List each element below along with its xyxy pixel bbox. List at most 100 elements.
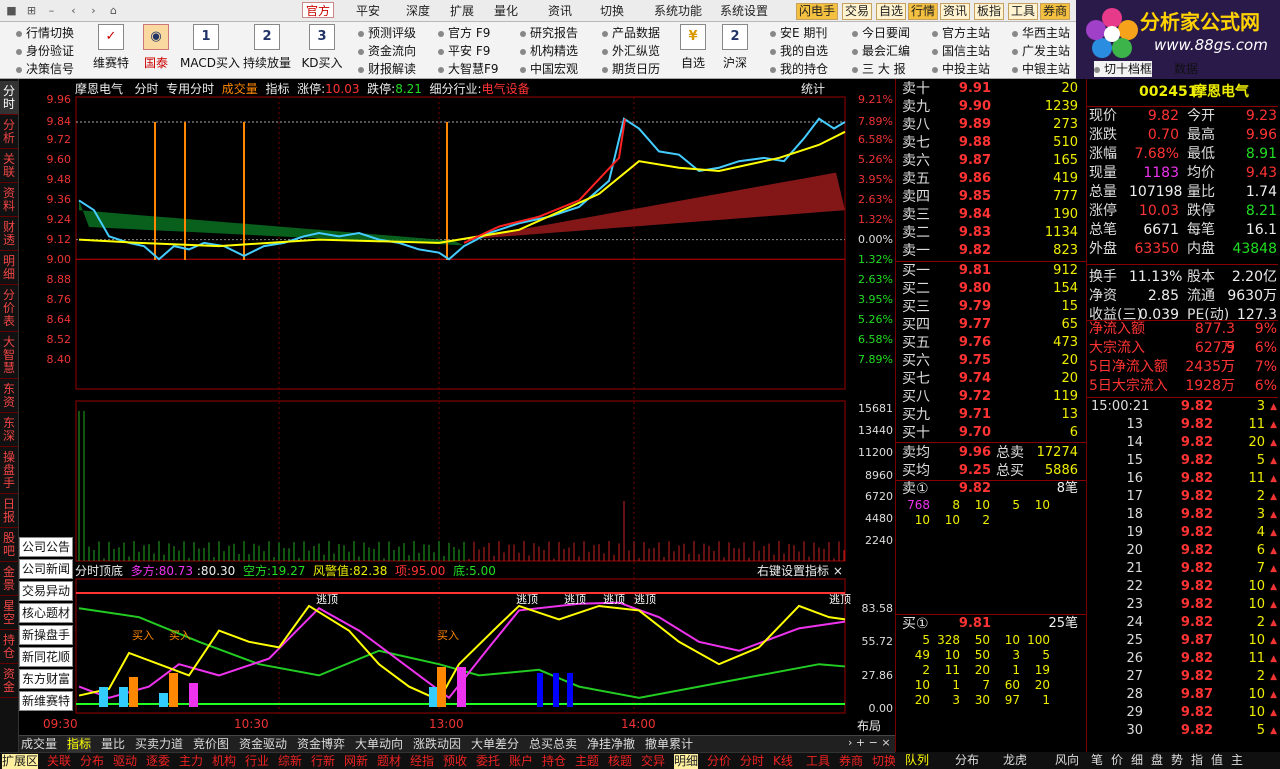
- quick-watchlist[interactable]: 自选: [876, 3, 907, 20]
- info-box-3[interactable]: 核心题材: [19, 603, 73, 623]
- leftnav-item-5[interactable]: 明细: [0, 251, 18, 285]
- leftnav-item-4[interactable]: 财透: [0, 217, 18, 251]
- status-item-22[interactable]: 分时: [740, 754, 764, 769]
- ask-row[interactable]: 卖七 9.88 510: [900, 134, 1084, 152]
- leftnav-item-11[interactable]: 日报: [0, 494, 18, 528]
- info-box-7[interactable]: 新维赛特: [19, 691, 73, 711]
- menu-extend[interactable]: 扩展: [450, 3, 474, 19]
- ask-row[interactable]: 卖二 9.83 1134: [900, 224, 1084, 242]
- link-zhongyin-site[interactable]: 中银主站: [1012, 61, 1070, 77]
- leftnav-item-2[interactable]: 关联: [0, 149, 18, 183]
- btn-hushen[interactable]: 2 沪深: [718, 24, 752, 78]
- panel-tab-2[interactable]: 龙虎: [1003, 753, 1027, 768]
- layout-button[interactable]: 布局: [857, 717, 881, 734]
- quick-market[interactable]: 行情: [908, 3, 939, 20]
- leftnav-item-9[interactable]: 东深: [0, 413, 18, 447]
- status-item-4[interactable]: 逐委: [146, 754, 170, 769]
- status-item-16[interactable]: 持仓: [542, 754, 566, 769]
- menu-switch[interactable]: 切换: [600, 3, 624, 19]
- indicator-tab-4[interactable]: 竞价图: [193, 737, 229, 752]
- home-icon[interactable]: ⌂: [106, 3, 121, 18]
- info-box-6[interactable]: 东方财富: [19, 669, 73, 689]
- indicator-tab-7[interactable]: 大单动向: [355, 737, 403, 752]
- status-item-24[interactable]: 工具: [806, 754, 830, 769]
- ask-row[interactable]: 卖八 9.89 273: [900, 116, 1084, 134]
- bid-row[interactable]: 买一 9.81 912: [900, 262, 1084, 280]
- leftnav-item-8[interactable]: 东资: [0, 379, 18, 413]
- leftnav-item-6[interactable]: 分价表: [0, 285, 18, 332]
- indicator-tab-6[interactable]: 资金博弈: [297, 737, 345, 752]
- link-research-report[interactable]: 研究报告: [520, 25, 578, 41]
- status-item-3[interactable]: 驱动: [113, 754, 137, 769]
- quick-flash-trade[interactable]: 闪电手: [796, 3, 839, 20]
- leftnav-item-13[interactable]: 金景: [0, 562, 18, 596]
- menu-official[interactable]: 官方: [302, 2, 335, 18]
- quick-tools[interactable]: 工具: [1008, 3, 1039, 20]
- link-my-positions[interactable]: 我的持仓: [770, 61, 828, 77]
- link-quote-switch[interactable]: 行情切换: [16, 25, 74, 41]
- status-item-26[interactable]: 切换: [872, 754, 896, 769]
- btn-watchlist[interactable]: ¥ 自选: [676, 24, 710, 78]
- link-anye-journal[interactable]: 安E 期刊: [770, 25, 827, 41]
- link-official-f9[interactable]: 官方 F9: [438, 25, 490, 41]
- tab-scroll-icons[interactable]: › + − ×: [848, 736, 891, 749]
- btn-continuous-volume[interactable]: 2 持续放量: [240, 24, 294, 78]
- leftnav-item-16[interactable]: 资金: [0, 664, 18, 698]
- status-item-8[interactable]: 综新: [278, 754, 302, 769]
- indicator-tab-10[interactable]: 总买总卖: [529, 737, 577, 752]
- btn-macd-buy[interactable]: 1 MACD买入: [180, 24, 240, 78]
- bid-row[interactable]: 买二 9.80 154: [900, 280, 1084, 298]
- bid-row[interactable]: 买六 9.75 20: [900, 352, 1084, 370]
- info-box-4[interactable]: 新操盘手: [19, 625, 73, 645]
- menu-system-functions[interactable]: 系统功能: [654, 3, 702, 19]
- link-identity-verify[interactable]: 身份验证: [16, 43, 74, 59]
- link-three-papers[interactable]: 三 大 报: [852, 61, 906, 77]
- status-item-9[interactable]: 行新: [311, 754, 335, 769]
- minimize-icon[interactable]: –: [44, 3, 59, 18]
- link-official-site[interactable]: 官方主站: [932, 25, 990, 41]
- menu-news[interactable]: 资讯: [548, 3, 572, 19]
- info-box-5[interactable]: 新同花顺: [19, 647, 73, 667]
- panel-tab-11[interactable]: 主: [1231, 753, 1243, 768]
- status-item-25[interactable]: 券商: [839, 754, 863, 769]
- btn-guotai[interactable]: ◉ 国泰: [138, 24, 174, 78]
- ask-row[interactable]: 卖六 9.87 165: [900, 152, 1084, 170]
- link-my-watchlist[interactable]: 我的自选: [770, 43, 828, 59]
- link-guangfa-site[interactable]: 广发主站: [1012, 43, 1070, 59]
- ask-row[interactable]: 卖一 9.82 823: [900, 242, 1084, 260]
- status-item-5[interactable]: 主力: [179, 754, 203, 769]
- indicator-tab-1[interactable]: 指标: [67, 737, 92, 752]
- link-guoxin-site[interactable]: 国信主站: [932, 43, 990, 59]
- status-item-11[interactable]: 题材: [377, 754, 401, 769]
- chart-canvas[interactable]: 买入 买入 买入逃顶 逃顶 逃顶 逃顶 逃顶 逃顶: [19, 79, 895, 735]
- link-huaxi-site[interactable]: 华西主站: [1012, 25, 1070, 41]
- link-fund-flow[interactable]: 资金流向: [358, 43, 416, 59]
- ask-row[interactable]: 卖九 9.90 1239: [900, 98, 1084, 116]
- indicator-tab-8[interactable]: 涨跌动因: [413, 737, 461, 752]
- panel-tab-4[interactable]: 笔: [1091, 753, 1103, 768]
- panel-tab-1[interactable]: 分布: [955, 753, 979, 768]
- status-item-14[interactable]: 委托: [476, 754, 500, 769]
- menu-quant[interactable]: 量化: [494, 3, 518, 19]
- info-box-1[interactable]: 公司新闻: [19, 559, 73, 579]
- leftnav-item-1[interactable]: 分析: [0, 115, 18, 149]
- link-forex-overview[interactable]: 外汇纵览: [602, 43, 660, 59]
- ask-row[interactable]: 卖十 9.91 20: [900, 80, 1084, 98]
- indicator-tab-5[interactable]: 资金驱动: [239, 737, 287, 752]
- status-item-21[interactable]: 分价: [707, 754, 731, 769]
- status-item-20[interactable]: 明细: [674, 754, 699, 769]
- status-item-23[interactable]: K线: [773, 754, 793, 769]
- status-item-12[interactable]: 经指: [410, 754, 434, 769]
- close-icon[interactable]: ×: [833, 564, 843, 578]
- link-today-news[interactable]: 今日要闻: [852, 25, 910, 41]
- link-pingan-f9[interactable]: 平安 F9: [438, 43, 490, 59]
- indicator-tab-12[interactable]: 撤单累计: [645, 737, 693, 752]
- bid-row[interactable]: 买八 9.72 119: [900, 388, 1084, 406]
- status-item-13[interactable]: 预收: [443, 754, 467, 769]
- status-item-1[interactable]: 关联: [47, 754, 71, 769]
- restore-icon[interactable]: ⊞: [24, 3, 39, 18]
- ask-row[interactable]: 卖三 9.84 190: [900, 206, 1084, 224]
- plus-icon[interactable]: +: [856, 736, 865, 749]
- panel-tab-0[interactable]: 队列: [905, 753, 929, 768]
- bid-row[interactable]: 买七 9.74 20: [900, 370, 1084, 388]
